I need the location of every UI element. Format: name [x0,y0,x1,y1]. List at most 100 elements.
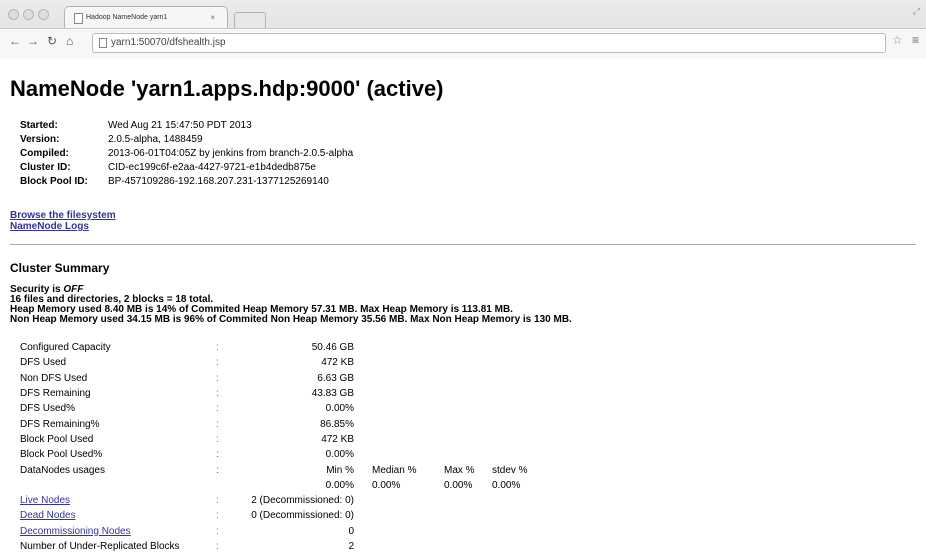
info-key: Compiled: [20,148,69,159]
summary-label: DataNodes usages [20,464,106,476]
summary-row: Block Pool Used: 472 KB [20,432,536,447]
minimize-window-button[interactable] [23,9,34,20]
cluster-summary-table: Configured Capacity: 50.46 GB DFS Used: 47… [20,340,536,554]
summary-row: Non DFS Used: 6.63 GB [20,371,536,386]
summary-colon: : [216,403,219,415]
namenode-info-table: Started: Wed Aug 21 15:47:50 PDT 2013 Ver… [20,119,353,189]
usage-header-max: Max % [444,464,475,476]
summary-colon: : [216,357,219,369]
quick-links: Browse the filesystem NameNode Logs [10,210,116,232]
summary-colon: : [216,342,219,354]
page-icon [74,13,83,24]
fullscreen-icon[interactable]: ⤢ [913,6,920,17]
info-row: Compiled: 2013-06-01T04:05Z by jenkins fr… [20,147,353,161]
usage-value-max: 0.00% [444,479,473,491]
summary-label: DFS Remaining% [20,418,100,430]
browse-filesystem-link[interactable]: Browse the filesystem [10,210,116,221]
back-arrow-icon[interactable]: ← [9,34,21,48]
summary-value: 0.00% [325,449,354,461]
summary-row: Decommissioning Nodes: 0 [20,524,536,539]
summary-row: DFS Remaining%: 86.85% [20,416,536,431]
summary-row: Number of Under-Replicated Blocks: 2 [20,539,536,554]
summary-value: 472 KB [321,433,354,445]
summary-value: 0 (Decommissioned: 0) [251,510,354,522]
summary-label: Configured Capacity [20,342,111,354]
summary-label: Number of Under-Replicated Blocks [20,541,180,552]
info-value: 2013-06-01T04:05Z by jenkins from branch… [108,148,354,159]
summary-value: 2 (Decommissioned: 0) [251,495,354,507]
cluster-stats: Security is OFF 16 files and directories… [10,285,572,325]
bookmark-star-icon[interactable]: ☆ [892,33,903,47]
usage-header-median: Median % [372,464,417,476]
summary-label: Non DFS Used [20,372,88,384]
menu-icon[interactable]: ≡ [912,33,919,47]
tab-close-icon[interactable]: × [210,7,215,29]
info-key: Block Pool ID: [20,176,88,187]
usage-value-stdev: 0.00% [492,479,521,491]
summary-row: Configured Capacity: 50.46 GB [20,340,536,355]
datanodes-usage-value-row: 0.00% 0.00% 0.00% 0.00% [20,478,536,493]
summary-row: Block Pool Used%: 0.00% [20,447,536,462]
usage-value-median: 0.00% [372,479,401,491]
page-title: NameNode 'yarn1.apps.hdp:9000' (active) [10,76,444,101]
address-bar[interactable]: yarn1:50070/dfshealth.jsp [92,33,886,53]
zoom-window-button[interactable] [38,9,49,20]
home-icon[interactable]: ⌂ [66,34,73,48]
info-row: Started: Wed Aug 21 15:47:50 PDT 2013 [20,119,353,133]
summary-colon: : [216,449,219,461]
reload-icon[interactable]: ↻ [47,34,57,48]
summary-value: 2 [348,541,354,552]
usage-header-min: Min % [326,464,354,476]
address-url[interactable]: yarn1:50070/dfshealth.jsp [111,34,226,52]
new-tab-button[interactable] [234,12,266,29]
window-controls [8,9,49,20]
summary-row: DFS Used: 472 KB [20,355,536,370]
summary-label: DFS Remaining [20,388,91,400]
summary-value: 50.46 GB [311,342,354,354]
info-value: 2.0.5-alpha, 1488459 [108,134,203,145]
datanodes-usage-header-row: DataNodes usages : Min % Median % Max % … [20,462,536,477]
summary-colon: : [216,541,219,552]
info-value: Wed Aug 21 15:47:50 PDT 2013 [108,120,252,131]
browser-chrome: Hadoop NameNode yarn1 × ⤢ ← → ↻ ⌂ yarn1:… [0,0,926,59]
info-row: Block Pool ID: BP-457109286-192.168.207.2… [20,175,353,189]
dead-nodes-link[interactable]: Dead Nodes [20,510,76,521]
info-key: Version: [20,134,60,145]
summary-colon: : [216,510,219,522]
summary-colon: : [216,433,219,445]
decommissioning-nodes-link[interactable]: Decommissioning Nodes [20,526,131,537]
usage-header-stdev: stdev % [492,464,528,476]
summary-row: Dead Nodes: 0 (Decommissioned: 0) [20,508,536,523]
summary-label: DFS Used [20,357,67,369]
summary-colon: : [216,525,219,537]
nonheap-memory-line: Non Heap Memory used 34.15 MB is 96% of … [10,314,572,325]
divider [10,244,916,245]
summary-row: DFS Remaining: 43.83 GB [20,386,536,401]
info-value: CID-ec199c6f-e2aa-4427-9721-e1b4dedb875e [108,162,316,173]
summary-value: 43.83 GB [311,388,354,400]
forward-arrow-icon[interactable]: → [27,34,39,48]
summary-colon: : [216,495,219,507]
summary-value: 86.85% [320,418,354,430]
browser-tab[interactable]: Hadoop NameNode yarn1 × [64,6,228,29]
namenode-logs-link[interactable]: NameNode Logs [10,221,116,232]
info-row: Cluster ID: CID-ec199c6f-e2aa-4427-9721-e… [20,161,353,175]
summary-colon: : [216,464,219,476]
tab-title: Hadoop NameNode yarn1 [86,14,168,21]
summary-value: 6.63 GB [317,372,354,384]
live-nodes-link[interactable]: Live Nodes [20,495,70,506]
info-key: Cluster ID: [20,162,71,173]
summary-value: 0.00% [325,403,354,415]
cluster-summary-heading: Cluster Summary [10,261,110,275]
summary-value: 472 KB [321,357,354,369]
summary-value: 0 [348,525,354,537]
summary-label: Block Pool Used [20,433,94,445]
info-row: Version: 2.0.5-alpha, 1488459 [20,133,353,147]
summary-row: Live Nodes: 2 (Decommissioned: 0) [20,493,536,508]
summary-label: DFS Used% [20,403,76,415]
summary-colon: : [216,418,219,430]
info-value: BP-457109286-192.168.207.231-13771252691… [108,176,329,187]
page-icon [99,38,107,48]
close-window-button[interactable] [8,9,19,20]
summary-colon: : [216,372,219,384]
